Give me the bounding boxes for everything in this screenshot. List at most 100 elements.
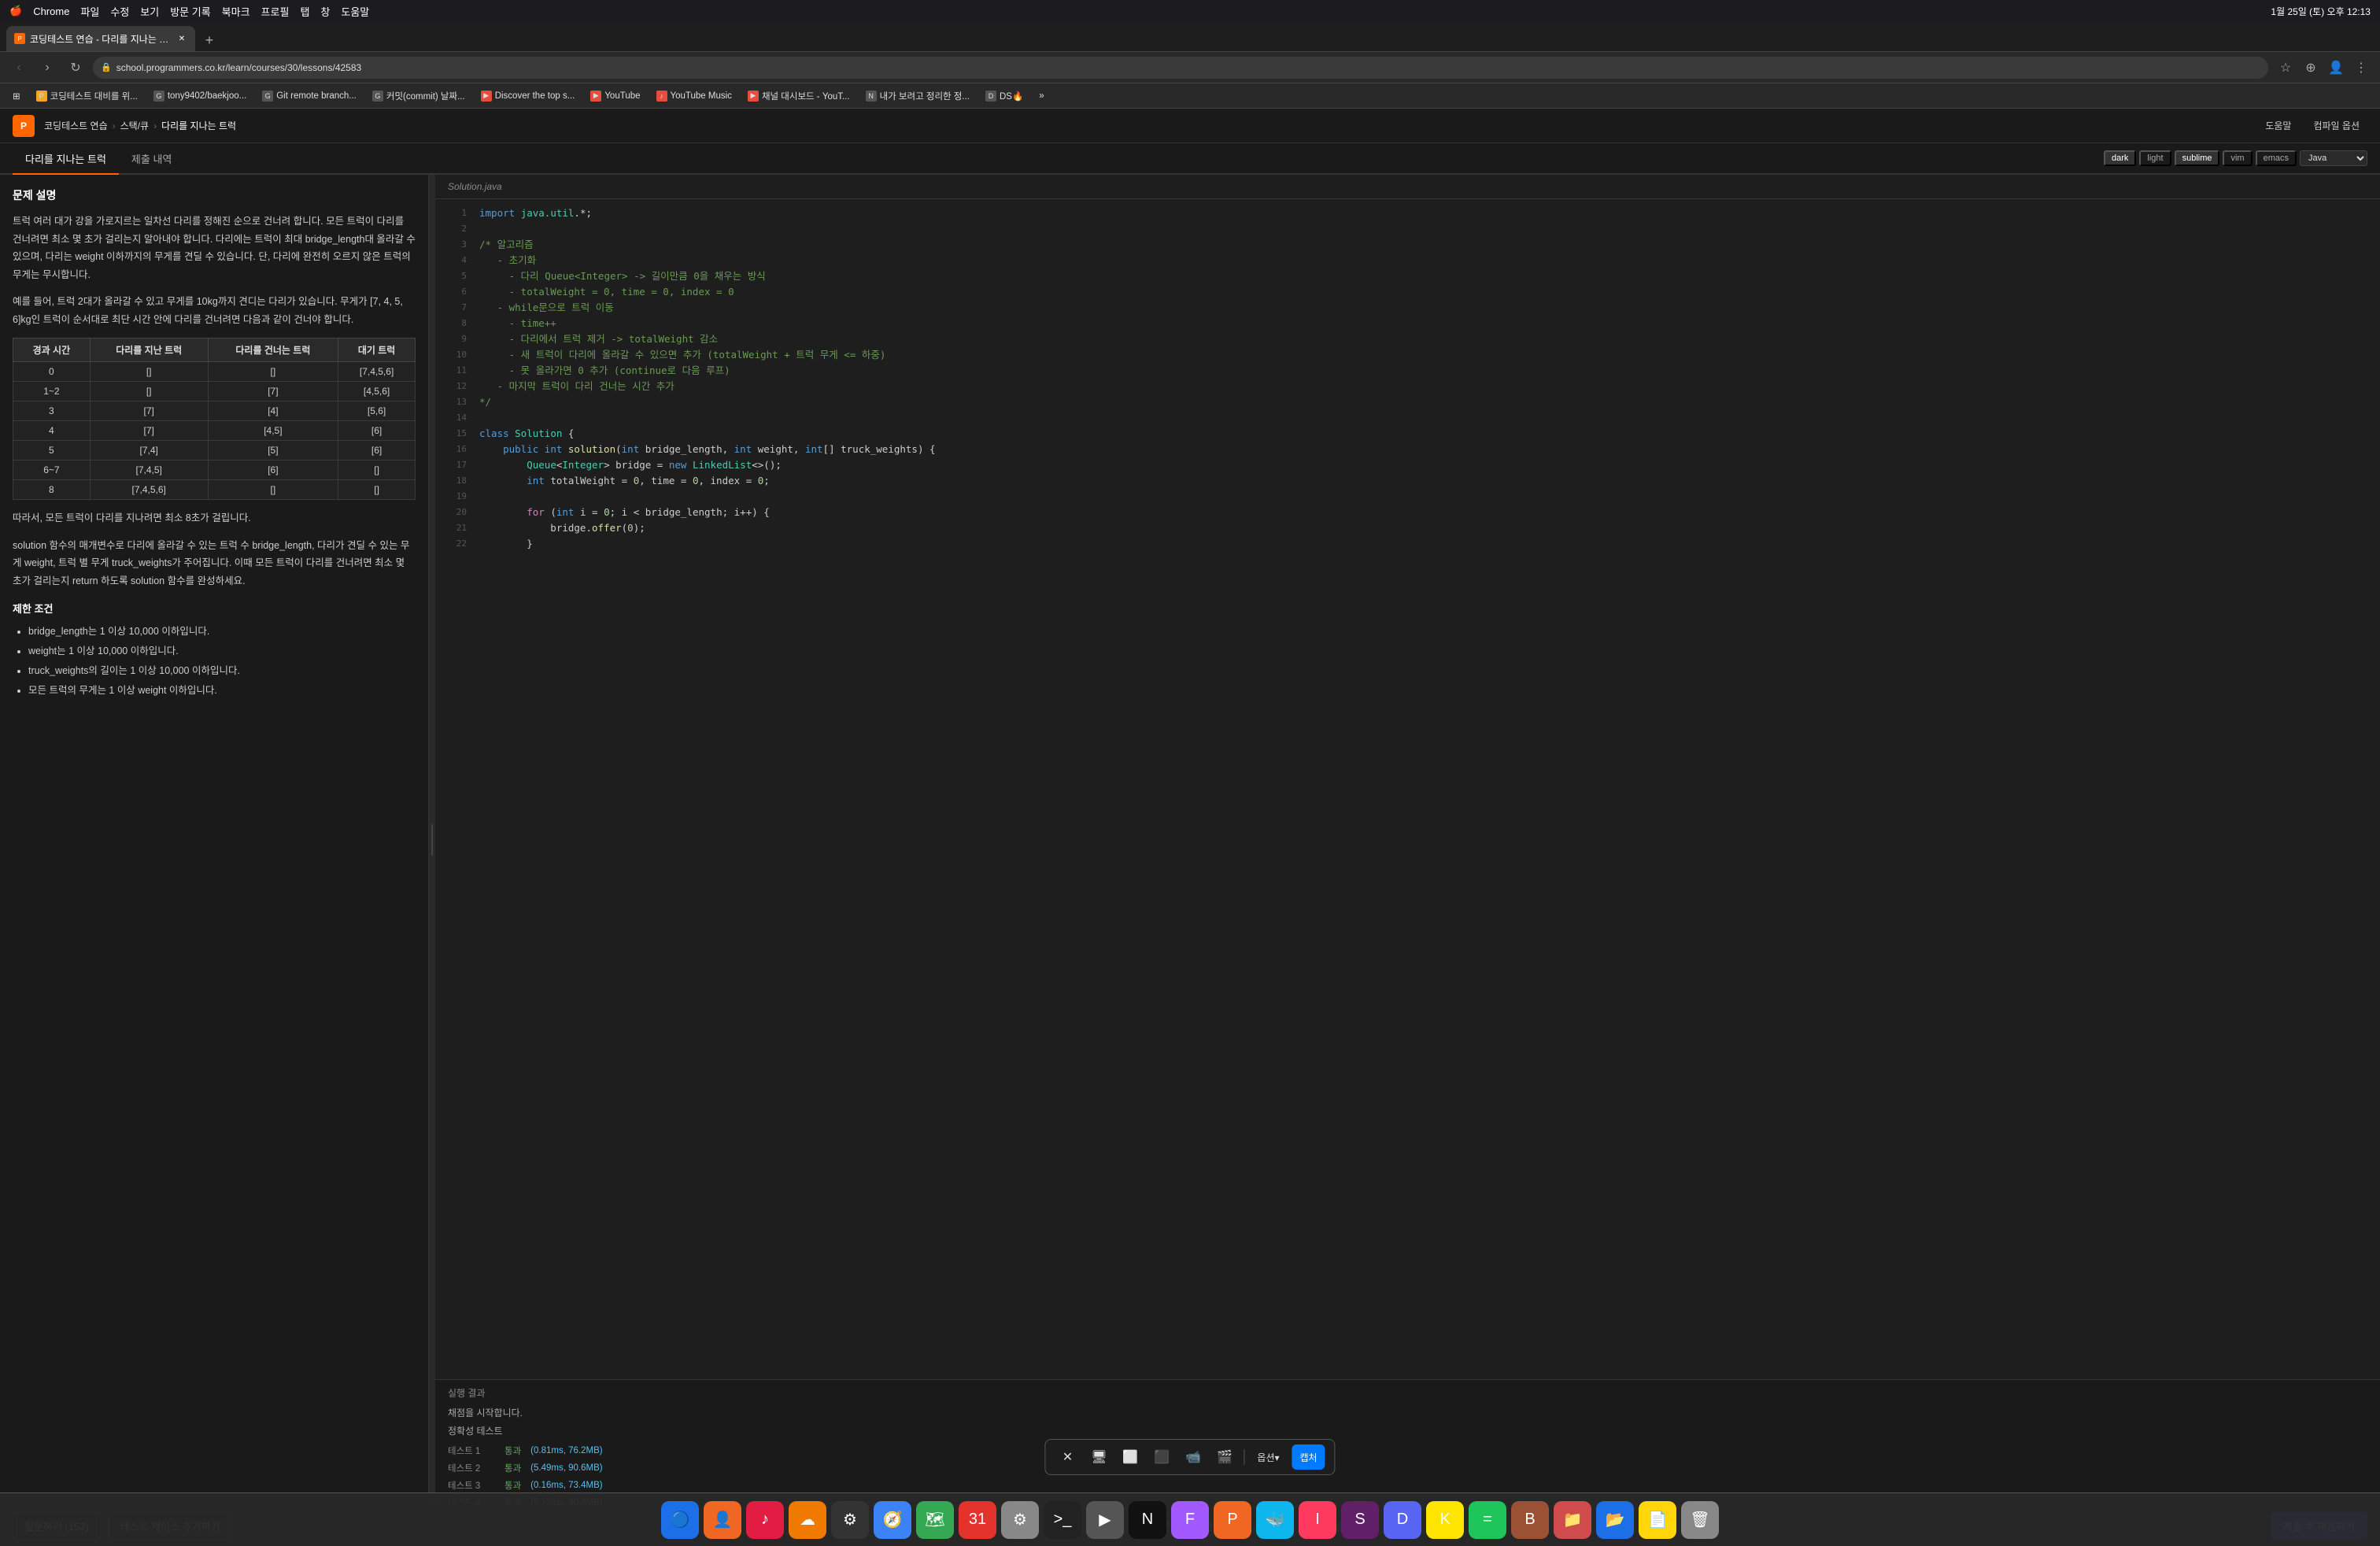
line-content[interactable]: */: [479, 394, 491, 410]
extension-button[interactable]: ⊕: [2300, 57, 2322, 79]
dock-item-discord[interactable]: D: [1384, 1501, 1421, 1539]
line-content[interactable]: - 초기화: [479, 253, 536, 268]
profile-button[interactable]: 👤: [2325, 57, 2347, 79]
dock-item-docker[interactable]: 🐳: [1256, 1501, 1294, 1539]
dock-item-contacts[interactable]: 👤: [704, 1501, 741, 1539]
bookmark-2[interactable]: G tony9402/baekjoo...: [147, 87, 253, 105]
bookmark-7[interactable]: ♪ YouTube Music: [650, 87, 738, 105]
theme-vim[interactable]: vim: [2223, 150, 2252, 166]
line-content[interactable]: - 다리에서 트럭 제거 -> totalWeight 감소: [479, 331, 718, 347]
line-content[interactable]: - 다리 Queue<Integer> -> 길이만큼 0을 채우는 방식: [479, 268, 766, 284]
dock-item-soundcloud[interactable]: ☁: [789, 1501, 826, 1539]
capture-video[interactable]: 📹: [1181, 1444, 1206, 1470]
dock-item-systemprefs[interactable]: ⚙: [1001, 1501, 1039, 1539]
breadcrumb-mid[interactable]: 스택/큐: [120, 119, 149, 132]
forward-button[interactable]: ›: [36, 57, 58, 79]
capture-options-btn[interactable]: 옵션▾: [1251, 1444, 1285, 1470]
address-bar[interactable]: 🔒 school.programmers.co.kr/learn/courses…: [93, 57, 2268, 79]
bookmark-8[interactable]: ▶ 채널 대시보드 - YouT...: [741, 87, 856, 105]
line-content[interactable]: - totalWeight = 0, time = 0, index = 0: [479, 284, 734, 300]
menu-edit[interactable]: 수정: [110, 4, 129, 19]
tab-submissions[interactable]: 제출 내역: [119, 143, 184, 175]
line-content[interactable]: - 마지막 트럭이 다리 건너는 시간 추가: [479, 379, 674, 394]
line-content[interactable]: public int solution(int bridge_length, i…: [479, 442, 936, 457]
menu-button[interactable]: ⋮: [2350, 57, 2372, 79]
capture-video-region[interactable]: 🎬: [1212, 1444, 1237, 1470]
capture-screen[interactable]: 🖥: [1086, 1444, 1111, 1470]
menu-view[interactable]: 보기: [140, 4, 159, 19]
apple-menu[interactable]: 🍎: [9, 5, 22, 17]
breadcrumb-root[interactable]: 코딩테스트 연습: [44, 119, 108, 132]
bookmark-6[interactable]: ▶ YouTube: [584, 87, 646, 105]
menu-help[interactable]: 도움말: [341, 4, 369, 19]
menu-file[interactable]: 파일: [80, 4, 99, 19]
dock-item-numbers[interactable]: =: [1469, 1501, 1506, 1539]
menu-chrome[interactable]: Chrome: [33, 6, 69, 17]
theme-sublime[interactable]: sublime: [2175, 150, 2220, 166]
bookmark-more[interactable]: »: [1033, 87, 1050, 105]
capture-close[interactable]: ✕: [1055, 1444, 1080, 1470]
line-content[interactable]: - 못 올라가면 0 추가 (continue로 다음 루프): [479, 363, 730, 379]
capture-btn[interactable]: 캡처: [1292, 1444, 1325, 1470]
dock-item-trash[interactable]: 🗑: [1681, 1501, 1719, 1539]
theme-emacs[interactable]: emacs: [2256, 150, 2297, 166]
line-content[interactable]: - 새 트럭이 다리에 올라갈 수 있으면 추가 (totalWeight + …: [479, 347, 885, 363]
help-button[interactable]: 도움말: [2257, 116, 2299, 135]
capture-window[interactable]: ⬜: [1118, 1444, 1143, 1470]
dock-item-sourcefiles[interactable]: 📁: [1554, 1501, 1591, 1539]
bookmark-3[interactable]: G Git remote branch...: [256, 87, 363, 105]
dock-item-music[interactable]: ♪: [746, 1501, 784, 1539]
dock-item-postman[interactable]: P: [1214, 1501, 1251, 1539]
language-select[interactable]: Java Python3 JavaScript: [2300, 150, 2367, 166]
dock-item-safari[interactable]: 🧭: [874, 1501, 911, 1539]
dock-item-notion[interactable]: N: [1129, 1501, 1166, 1539]
bookmark-9[interactable]: N 내가 보려고 정리한 정...: [859, 87, 976, 105]
bookmark-apps[interactable]: ⊞: [6, 87, 27, 105]
bookmark-1[interactable]: P 코딩테스트 대비를 위...: [30, 87, 144, 105]
line-content[interactable]: }: [479, 536, 533, 552]
dock-item-processor[interactable]: ⚙: [831, 1501, 869, 1539]
bookmark-10[interactable]: D DS🔥: [979, 87, 1029, 105]
refresh-button[interactable]: ↻: [65, 57, 87, 79]
dock-item-finder[interactable]: 🔵: [661, 1501, 699, 1539]
bookmark-4[interactable]: G 커밋(commit) 날짜...: [366, 87, 471, 105]
dock-item-calendar[interactable]: 31: [959, 1501, 996, 1539]
menu-history[interactable]: 방문 기록: [170, 4, 210, 19]
bookmark-5[interactable]: ▶ Discover the top s...: [475, 87, 582, 105]
dock-item-stickies[interactable]: 📄: [1639, 1501, 1676, 1539]
line-content[interactable]: bridge.offer(0);: [479, 520, 645, 536]
line-content[interactable]: class Solution {: [479, 426, 574, 442]
menu-tab[interactable]: 탭: [300, 4, 309, 19]
line-content[interactable]: - while문으로 트럭 이동: [479, 300, 614, 316]
dock-item-kakaotalk[interactable]: K: [1426, 1501, 1464, 1539]
line-content[interactable]: /* 알고리즘: [479, 237, 534, 253]
dock-item-intellij[interactable]: I: [1299, 1501, 1336, 1539]
dock-item-slack[interactable]: S: [1341, 1501, 1379, 1539]
dock-item-cursor[interactable]: ▶: [1086, 1501, 1124, 1539]
line-content[interactable]: int totalWeight = 0, time = 0, index = 0…: [479, 473, 770, 489]
star-button[interactable]: ☆: [2275, 57, 2297, 79]
tab-close-button[interactable]: ✕: [176, 33, 187, 44]
dock-item-finder2[interactable]: 📂: [1596, 1501, 1634, 1539]
theme-dark[interactable]: dark: [2104, 150, 2136, 166]
panel-divider[interactable]: [429, 175, 435, 1505]
dock-item-terminal[interactable]: >_: [1044, 1501, 1081, 1539]
theme-light[interactable]: light: [2139, 150, 2171, 166]
menu-window[interactable]: 창: [320, 4, 330, 19]
line-content[interactable]: for (int i = 0; i < bridge_length; i++) …: [479, 505, 770, 520]
line-content[interactable]: import java.util.*;: [479, 205, 592, 221]
dock-item-bear[interactable]: B: [1511, 1501, 1549, 1539]
capture-region[interactable]: ⬛: [1149, 1444, 1174, 1470]
line-content[interactable]: Queue<Integer> bridge = new LinkedList<>…: [479, 457, 782, 473]
dock-item-maps[interactable]: 🗺: [916, 1501, 954, 1539]
editor-area[interactable]: 1import java.util.*;23/* 알고리즘4 - 초기화5 - …: [435, 199, 2380, 1379]
compile-options-button[interactable]: 컴파일 옵션: [2305, 116, 2367, 135]
menu-bookmarks[interactable]: 북마크: [222, 4, 250, 19]
tab-problem[interactable]: 다리를 지나는 트럭: [13, 143, 119, 175]
new-tab-button[interactable]: +: [198, 29, 220, 51]
line-content[interactable]: - time++: [479, 316, 556, 331]
menu-profile[interactable]: 프로필: [261, 4, 290, 19]
back-button[interactable]: ‹: [8, 57, 30, 79]
browser-tab-active[interactable]: P 코딩테스트 연습 - 다리를 지나는 트... ✕: [6, 26, 195, 51]
dock-item-figma[interactable]: F: [1171, 1501, 1209, 1539]
